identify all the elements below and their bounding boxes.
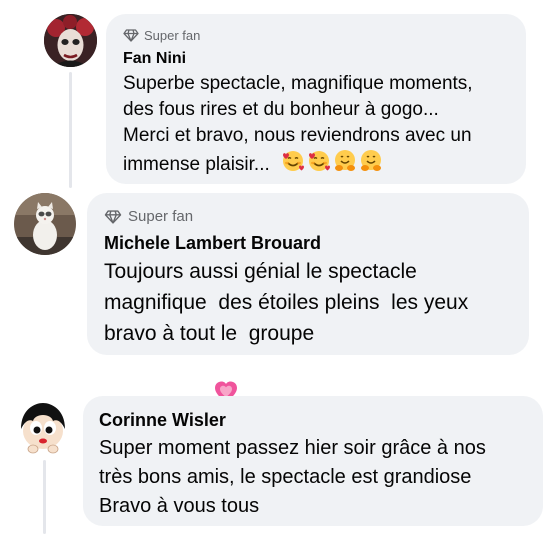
badge-label: Super fan (144, 28, 201, 43)
comment-bubble: Super fan Fan Nini Superbe spectacle, ma… (106, 14, 526, 184)
comment-line: Toujours aussi génial le spectacle (104, 260, 417, 283)
comment-line: magnifique des étoiles pleins les yeux (104, 291, 469, 314)
thread-line (43, 460, 46, 534)
comment-line: Bravo à vous tous (99, 495, 260, 517)
smiling-face-with-hearts-icon (307, 149, 331, 181)
comment-bubble: Super fan Michele Lambert Brouard Toujou… (87, 193, 529, 402)
comment-line: très bons amis, le spectacle est grandio… (99, 466, 472, 488)
comment-author[interactable]: Corinne Wisler (99, 409, 543, 431)
hugging-face-icon (359, 149, 383, 181)
comment-line: des fous rires et du bonheur à gogo... (123, 99, 439, 120)
comment-author[interactable]: Michele Lambert Brouard (104, 232, 529, 254)
thread-line (69, 72, 72, 188)
comment-line: immense plaisir... (123, 149, 526, 181)
comment-line: Super moment passez hier soir grâce à no… (99, 437, 486, 459)
badge-label: Super fan (128, 208, 194, 225)
comment-author[interactable]: Fan Nini (123, 49, 526, 69)
super-fan-badge: Super fan (123, 27, 526, 44)
super-fan-badge: Super fan (104, 207, 529, 226)
comment-text: Superbe spectacle, magnifique moments, d… (123, 71, 526, 181)
smiling-face-with-hearts-icon (281, 149, 305, 181)
hugging-face-icon (333, 149, 357, 181)
diamond-icon (104, 209, 122, 224)
comment-line: Merci et bravo, nous reviendrons avec un (123, 125, 472, 146)
diamond-icon (123, 29, 139, 42)
comment-line: Superbe spectacle, magnifique moments, (123, 73, 473, 94)
comment-text: Super moment passez hier soir grâce à no… (99, 434, 543, 521)
avatar[interactable] (14, 193, 76, 255)
comment-bubble: Corinne Wisler Super moment passez hier … (83, 396, 543, 526)
avatar[interactable] (44, 14, 97, 67)
avatar[interactable] (13, 399, 73, 459)
